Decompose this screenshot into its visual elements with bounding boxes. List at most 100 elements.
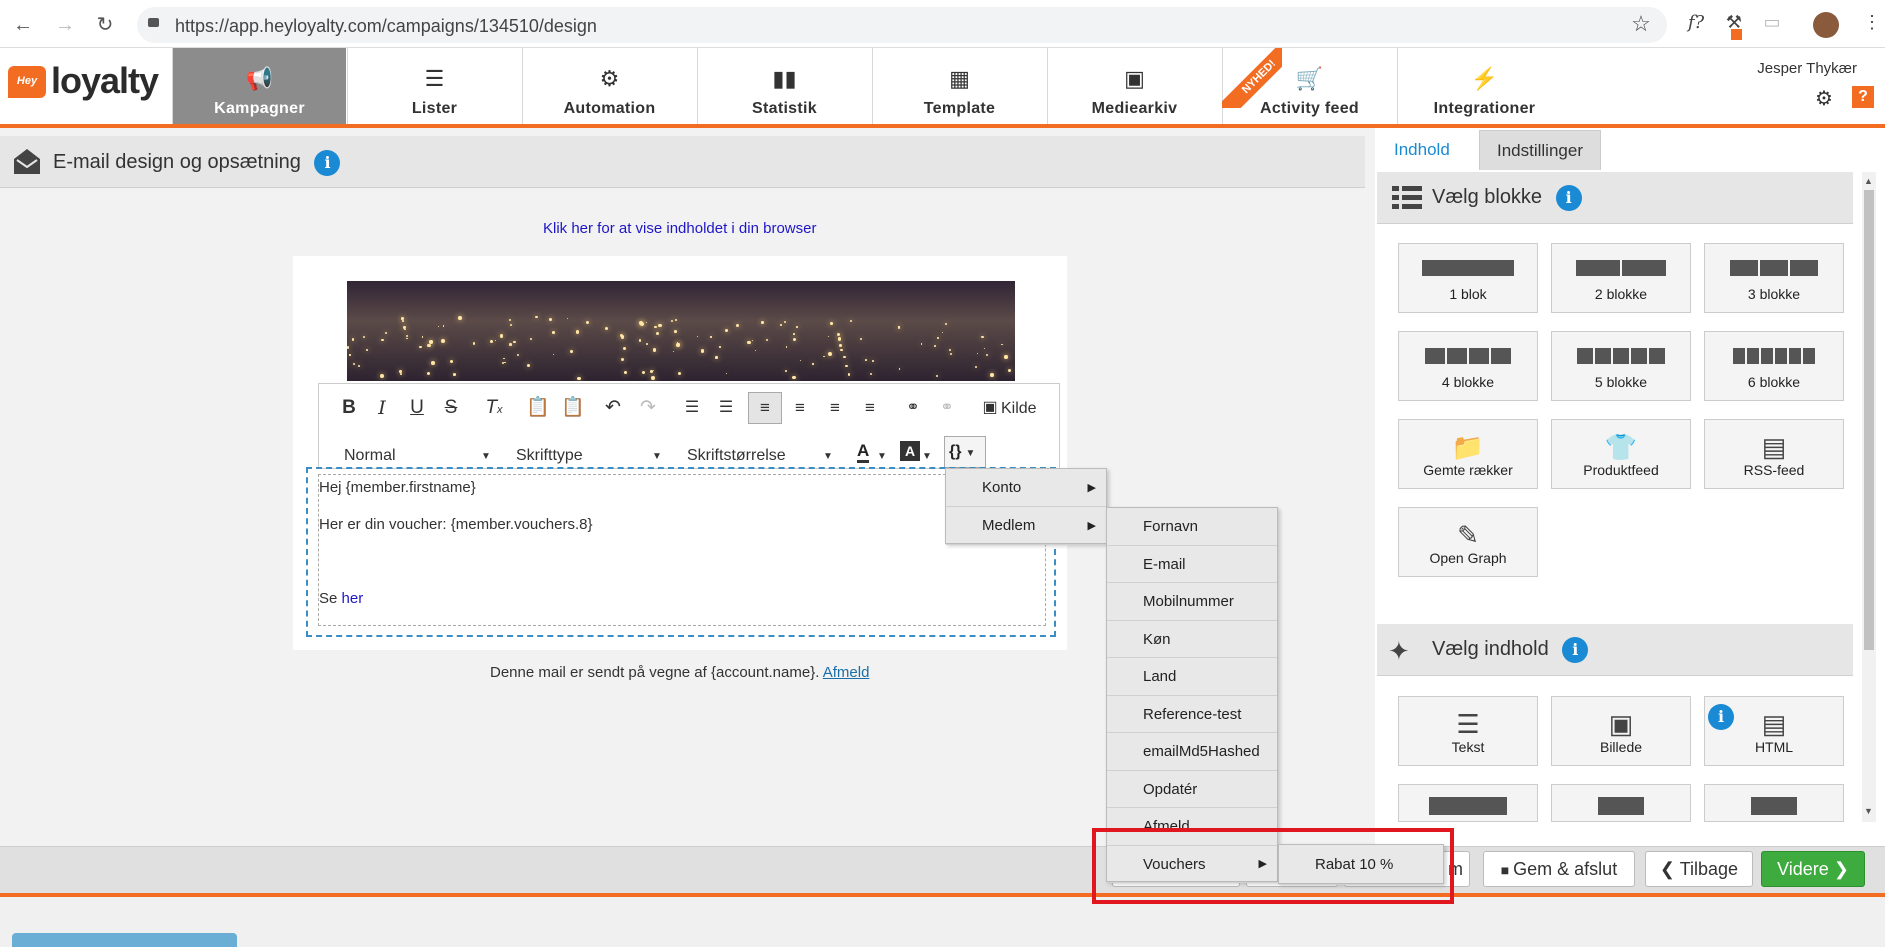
user-settings-icon[interactable]: ⚙: [1815, 86, 1833, 111]
back-arrow-icon[interactable]: ←: [10, 12, 36, 38]
link-icon[interactable]: ⚭: [899, 396, 927, 420]
scroll-down-icon[interactable]: ▼: [1864, 806, 1873, 816]
text-color-icon[interactable]: A: [857, 442, 870, 463]
city-light: [623, 371, 627, 375]
strikethrough-icon[interactable]: S: [437, 396, 465, 420]
size-select[interactable]: Skriftstørrelse: [687, 447, 786, 465]
banner-image[interactable]: [347, 281, 1015, 381]
numbered-list-icon[interactable]: ☰: [678, 396, 706, 420]
menu2-menu-item[interactable]: Fornavn: [1107, 508, 1277, 546]
content-block-partial[interactable]: [1551, 784, 1691, 822]
nav-item-lister[interactable]: ☰ Lister: [347, 48, 521, 124]
nav-item-template[interactable]: ▦ Template: [872, 48, 1046, 124]
voucher-line[interactable]: Her er din voucher: {member.vouchers.8}: [319, 516, 592, 533]
format-select[interactable]: Normal: [344, 447, 396, 465]
menu1-menu-item[interactable]: Konto ▶: [946, 469, 1106, 507]
browser-menu-icon[interactable]: ⋮: [1858, 12, 1885, 33]
city-light: [472, 341, 476, 345]
block-gemte-rækker[interactable]: 📁 Gemte rækker: [1398, 419, 1538, 489]
align-center-icon[interactable]: ≡: [786, 396, 814, 420]
underline-icon[interactable]: U: [403, 396, 431, 420]
reload-icon[interactable]: ↻: [92, 12, 118, 38]
block-rss-feed[interactable]: ▤ RSS-feed: [1704, 419, 1844, 489]
extension-chat-icon[interactable]: ▭: [1758, 12, 1786, 33]
city-light: [1001, 343, 1004, 346]
nav-item-automation[interactable]: ⚙ Automation: [522, 48, 696, 124]
menu2-menu-item[interactable]: Opdatér: [1107, 771, 1277, 808]
unlink-icon[interactable]: ⚭: [933, 396, 961, 420]
bold-icon[interactable]: B: [335, 396, 363, 420]
menu2-menu-item[interactable]: Reference-test: [1107, 696, 1277, 733]
menu2-menu-item[interactable]: emailMd5Hashed: [1107, 733, 1277, 771]
help-icon[interactable]: ?: [1852, 86, 1874, 108]
paste-word-icon[interactable]: 📋: [559, 396, 587, 420]
source-icon[interactable]: ▣: [976, 396, 1004, 420]
next-button[interactable]: Videre ❯: [1761, 851, 1865, 887]
content-block-partial[interactable]: [1704, 784, 1844, 822]
city-light: [678, 372, 682, 376]
block-2-blokke[interactable]: 2 blokke: [1551, 243, 1691, 313]
star-icon[interactable]: ☆: [1627, 11, 1655, 37]
block-1-blok[interactable]: 1 blok: [1398, 243, 1538, 313]
unsubscribe-link[interactable]: Afmeld: [823, 664, 870, 681]
nav-item-integrationer[interactable]: ⚡ Integrationer: [1397, 48, 1571, 124]
paste-text-icon[interactable]: 📋: [524, 396, 552, 420]
here-link[interactable]: her: [342, 590, 364, 607]
nav-item-kampagner[interactable]: 📢 Kampagner: [172, 48, 346, 124]
menu2-menu-item[interactable]: Køn: [1107, 621, 1277, 658]
user-name[interactable]: Jesper Thykær: [1757, 60, 1857, 77]
chevron-left-icon: ❮: [1659, 859, 1680, 879]
block-open-graph[interactable]: ✎ Open Graph: [1398, 507, 1538, 577]
placeholder-button[interactable]: {} ▼: [944, 436, 986, 468]
scroll-up-icon[interactable]: ▲: [1864, 176, 1873, 186]
city-light: [847, 373, 850, 376]
heyloyalty-logo[interactable]: Hey loyalty: [8, 60, 168, 110]
url-text[interactable]: https://app.heyloyalty.com/campaigns/134…: [175, 16, 597, 37]
font-select[interactable]: Skrifttype: [516, 447, 583, 465]
forward-arrow-icon[interactable]: →: [52, 12, 78, 38]
redo-icon[interactable]: ↷: [634, 396, 662, 420]
see-here-line[interactable]: Se her: [319, 590, 363, 607]
block-4-blokke[interactable]: 4 blokke: [1398, 331, 1538, 401]
greeting-line[interactable]: Hej {member.firstname}: [319, 479, 476, 496]
remove-format-icon[interactable]: Tx: [480, 396, 508, 422]
city-light: [977, 352, 979, 355]
block-produktfeed[interactable]: 👕 Produktfeed: [1551, 419, 1691, 489]
bg-color-icon[interactable]: A: [900, 441, 920, 461]
info-icon[interactable]: i: [314, 150, 341, 176]
blocks-info-icon[interactable]: i: [1555, 185, 1582, 211]
menu2-menu-item[interactable]: E-mail: [1107, 546, 1277, 583]
content-billede[interactable]: ▣ Billede: [1551, 696, 1691, 766]
tab-indstillinger[interactable]: Indstillinger: [1479, 130, 1601, 170]
align-right-icon[interactable]: ≡: [821, 396, 849, 420]
menu2-menu-item[interactable]: Land: [1107, 658, 1277, 696]
profile-avatar[interactable]: [1813, 12, 1839, 38]
back-button[interactable]: ❮ Tilbage: [1645, 851, 1753, 887]
nav-item-mediearkiv[interactable]: ▣ Mediearkiv: [1047, 48, 1221, 124]
align-left-icon[interactable]: ≡: [751, 396, 779, 420]
block-3-blokke[interactable]: 3 blokke: [1704, 243, 1844, 313]
content-info-icon[interactable]: i: [1562, 637, 1589, 663]
content-block-partial[interactable]: [1398, 784, 1538, 822]
save-close-button[interactable]: ■ Gem & afslut: [1483, 851, 1635, 887]
extension-f-icon[interactable]: f?: [1682, 12, 1710, 33]
menu1-menu-item[interactable]: Medlem ▶: [946, 507, 1106, 545]
below-tab[interactable]: [12, 933, 237, 947]
justify-icon[interactable]: ≡: [856, 396, 884, 420]
italic-icon[interactable]: I: [368, 396, 396, 420]
nav-item-statistik[interactable]: ▮▮ Statistik: [697, 48, 871, 124]
tab-indhold[interactable]: Indhold: [1377, 130, 1467, 170]
content-tekst[interactable]: ☰ Tekst: [1398, 696, 1538, 766]
source-button[interactable]: Kilde: [1001, 400, 1037, 418]
block-5-blokke[interactable]: 5 blokke: [1551, 331, 1691, 401]
view-in-browser-link[interactable]: Klik her for at vise indholdet i din bro…: [543, 220, 816, 237]
html-info-icon[interactable]: i: [1708, 704, 1734, 730]
menu2-menu-item[interactable]: Mobilnummer: [1107, 583, 1277, 621]
bullet-list-icon[interactable]: ☰: [712, 396, 740, 420]
block-6-blokke[interactable]: 6 blokke: [1704, 331, 1844, 401]
scrollbar-thumb[interactable]: [1864, 190, 1874, 650]
column-bar: [1577, 348, 1593, 364]
save-close-label: Gem & afslut: [1513, 859, 1618, 879]
undo-icon[interactable]: ↶: [599, 396, 627, 420]
gears-icon: ⚙: [599, 66, 620, 91]
